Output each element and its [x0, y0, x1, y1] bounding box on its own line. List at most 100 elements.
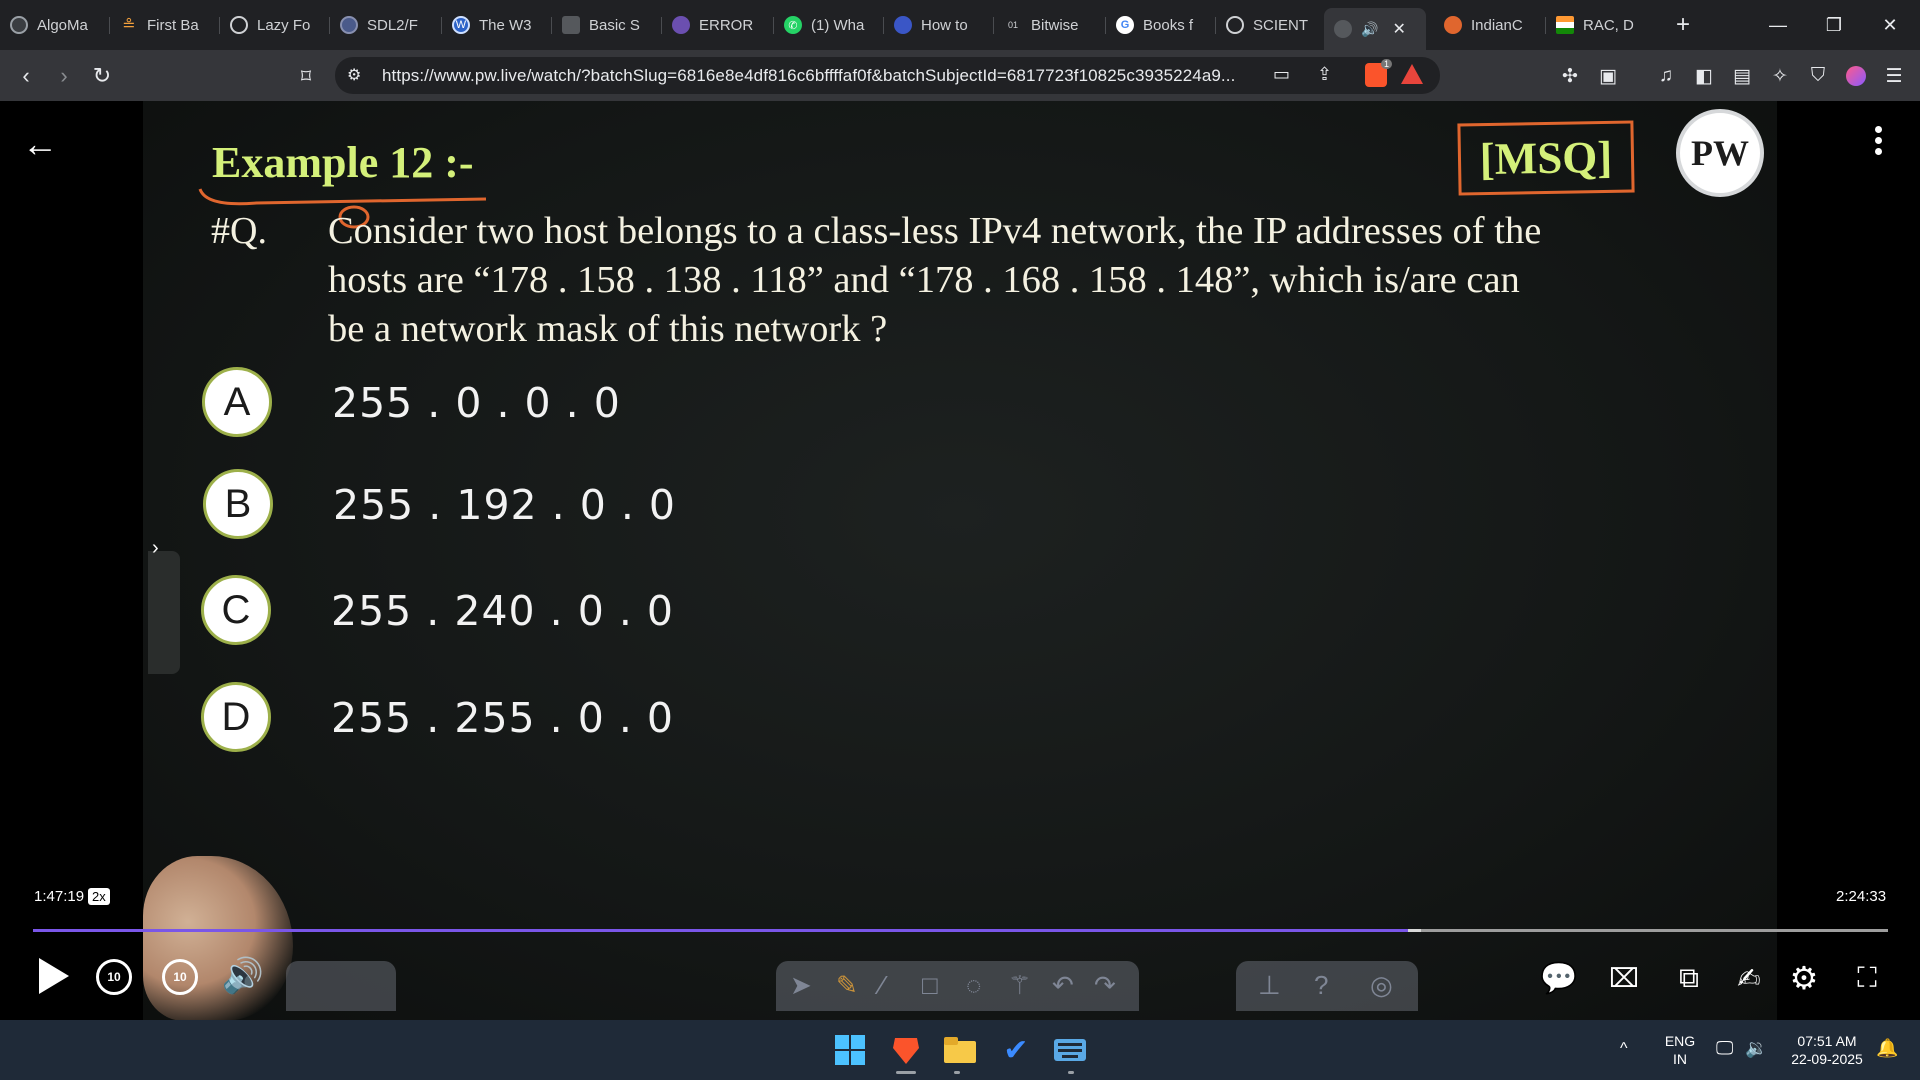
- side-panel-handle[interactable]: [148, 551, 180, 674]
- question-line: hosts are “178 . 158 . 138 . 118” and “1…: [328, 259, 1520, 301]
- pointer-icon: ➤: [790, 970, 812, 1000]
- pw-logo: PW: [1676, 109, 1764, 197]
- question-text: Consider two host belongs to a class-les…: [328, 207, 1708, 354]
- browser-toolbar: ‹ › ↻ ⌑ ⚙ https://www.pw.live/watch/?bat…: [0, 50, 1920, 101]
- logo-text: PW: [1691, 133, 1749, 173]
- media-icon[interactable]: ♫: [1652, 62, 1680, 90]
- tray-chevron-up-icon[interactable]: ^: [1620, 1040, 1628, 1058]
- back-icon[interactable]: ‹: [10, 60, 42, 92]
- rectangle-icon: □: [922, 970, 938, 1000]
- cast-icon[interactable]: ▭: [1273, 64, 1290, 85]
- camera-icon: ◎: [1370, 970, 1393, 1000]
- option-c-value: 255 . 240 . 0 . 0: [331, 587, 674, 635]
- forward-10-button[interactable]: 10: [162, 959, 198, 995]
- fullscreen-icon[interactable]: ⛶: [1845, 956, 1889, 1000]
- forward-label: 10: [173, 970, 187, 984]
- menu-icon[interactable]: ☰: [1880, 62, 1908, 90]
- option-c-badge: C: [201, 575, 271, 645]
- browser-tab[interactable]: G Books f: [1106, 6, 1216, 44]
- globe-icon: [1226, 16, 1244, 34]
- profile-icon[interactable]: [1842, 62, 1870, 90]
- browser-tab[interactable]: ✆ (1) Wha: [774, 6, 884, 44]
- video-player[interactable]: ← Example 12 :- [MSQ] PW #Q. Consider tw…: [0, 101, 1920, 1021]
- browser-tab[interactable]: RAC, D: [1546, 6, 1656, 44]
- browser-tab[interactable]: ≗ First Ba: [110, 6, 220, 44]
- tab-label: Books f: [1143, 16, 1194, 34]
- lang-top: ENG: [1664, 1033, 1696, 1049]
- brave-browser-icon[interactable]: [886, 1030, 926, 1070]
- tab-label: SDL2/F: [367, 16, 418, 34]
- buffered-range: [1407, 929, 1421, 932]
- translate-icon[interactable]: ⌧: [1602, 956, 1646, 1000]
- more-options-icon[interactable]: [1868, 123, 1888, 159]
- extensions-icon[interactable]: ✣: [1556, 62, 1584, 90]
- language-indicator[interactable]: ENG IN: [1660, 1032, 1700, 1068]
- browser-tab[interactable]: How to: [884, 6, 994, 44]
- file-explorer-icon[interactable]: [940, 1030, 980, 1070]
- wallet-icon[interactable]: ▤: [1728, 62, 1756, 90]
- site-info-icon[interactable]: ⚙: [347, 65, 361, 85]
- error-icon: [672, 16, 690, 34]
- browser-tab-active[interactable]: 🔊 ✕: [1324, 8, 1426, 50]
- option-b-value: 255 . 192 . 0 . 0: [333, 481, 676, 529]
- notification-bell-icon[interactable]: 🔔: [1876, 1038, 1898, 1059]
- restore-icon[interactable]: ❐: [1806, 0, 1862, 50]
- browser-tab[interactable]: AlgoMa: [0, 6, 110, 44]
- bookmark-icon[interactable]: ⌑: [290, 60, 322, 92]
- reader-icon[interactable]: ▣: [1594, 62, 1622, 90]
- tab-label: ERROR: [699, 16, 754, 34]
- leo-ai-icon[interactable]: ✧: [1766, 62, 1794, 90]
- close-window-icon[interactable]: ✕: [1862, 0, 1918, 50]
- undo-icon: ↶: [1052, 970, 1074, 1000]
- browser-tab[interactable]: 01 Bitwise: [994, 6, 1106, 44]
- browser-tab[interactable]: W The W3: [442, 6, 552, 44]
- keyboard-icon[interactable]: [1050, 1030, 1090, 1070]
- browser-tab[interactable]: Basic S: [552, 6, 662, 44]
- minimize-icon[interactable]: —: [1750, 0, 1806, 50]
- browser-tab[interactable]: Lazy Fo: [220, 6, 330, 44]
- speaker-icon[interactable]: 🔊: [1361, 21, 1378, 38]
- browser-tab[interactable]: SDL2/F: [330, 6, 442, 44]
- back-arrow-icon[interactable]: ←: [22, 123, 58, 165]
- browser-tab[interactable]: SCIENT: [1216, 6, 1324, 44]
- share-icon[interactable]: ⇪: [1317, 64, 1332, 85]
- brave-rewards-icon[interactable]: [1401, 64, 1423, 84]
- played-range: [33, 929, 1408, 932]
- browser-tab[interactable]: IndianC: [1434, 6, 1546, 44]
- vpn-icon[interactable]: ⛉: [1804, 62, 1832, 90]
- wand-icon: ⚚: [1008, 970, 1032, 1000]
- pen-toolbar-left: [286, 961, 396, 1011]
- new-tab-plus-icon[interactable]: +: [1668, 11, 1698, 39]
- picture-in-picture-icon[interactable]: ⧉: [1667, 956, 1711, 1000]
- tab-label: IndianC: [1471, 16, 1523, 34]
- volume-icon[interactable]: 🔊: [220, 953, 266, 999]
- forward-icon[interactable]: ›: [48, 60, 80, 92]
- sidebar-icon[interactable]: ◧: [1690, 62, 1718, 90]
- address-bar[interactable]: ⚙ https://www.pw.live/watch/?batchSlug=6…: [335, 57, 1440, 94]
- running-app-indicator: [1068, 1071, 1074, 1074]
- lasso-icon: ◌: [966, 970, 982, 1000]
- option-b-badge: B: [203, 469, 273, 539]
- globe-icon: [1334, 20, 1352, 38]
- playback-speed-badge[interactable]: 2x: [88, 888, 110, 905]
- close-icon[interactable]: ✕: [1392, 19, 1405, 39]
- seek-bar[interactable]: [33, 929, 1888, 932]
- url-text[interactable]: https://www.pw.live/watch/?batchSlug=681…: [382, 66, 1235, 86]
- play-button[interactable]: [34, 954, 74, 998]
- network-icon[interactable]: 🖵: [1716, 1038, 1733, 1059]
- clock-time: 07:51 AM: [1797, 1033, 1857, 1049]
- reload-icon[interactable]: ↻: [86, 60, 118, 92]
- tab-label: SCIENT: [1253, 16, 1309, 34]
- windows-start-icon[interactable]: [830, 1030, 870, 1070]
- chat-icon[interactable]: 💬: [1537, 956, 1581, 1000]
- browser-tab[interactable]: ERROR: [662, 6, 774, 44]
- tab-label: The W3: [479, 16, 532, 34]
- settings-gear-icon[interactable]: ⚙: [1782, 956, 1826, 1000]
- volume-tray-icon[interactable]: 🔉: [1745, 1038, 1767, 1059]
- rewind-10-button[interactable]: 10: [96, 959, 132, 995]
- clock[interactable]: 07:51 AM 22-09-2025: [1782, 1032, 1872, 1068]
- notes-icon[interactable]: ✍: [1727, 956, 1771, 1000]
- google-icon: G: [1116, 16, 1134, 34]
- chevron-right-icon[interactable]: ›: [152, 537, 159, 560]
- todo-checkmark-icon[interactable]: ✔: [996, 1030, 1036, 1070]
